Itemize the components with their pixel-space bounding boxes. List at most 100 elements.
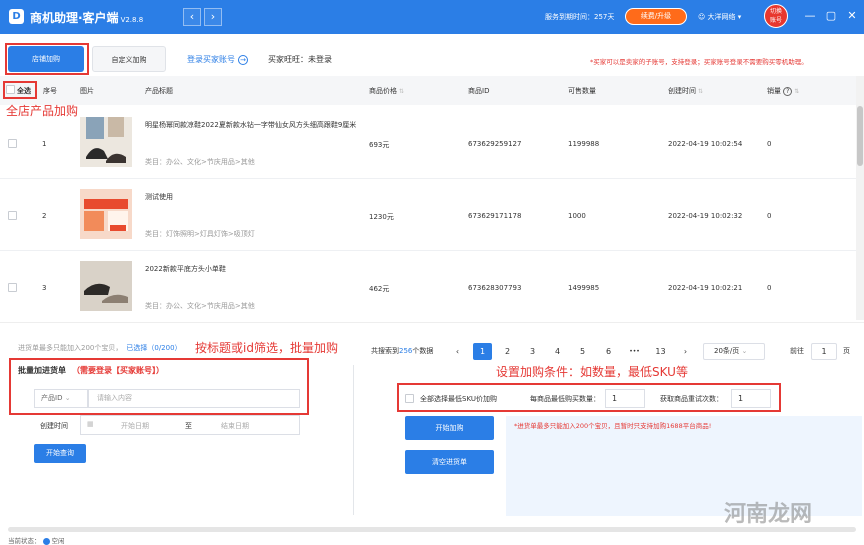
row-product-id: 673629171178 [468, 212, 522, 220]
row-product-id: 673628307793 [468, 284, 522, 292]
prev-page-button[interactable]: ‹ [448, 343, 467, 360]
minimize-icon[interactable]: — [803, 9, 817, 22]
app-logo-icon: D [9, 9, 24, 24]
start-date[interactable]: 开始日期 [121, 421, 149, 431]
product-image [80, 261, 132, 311]
annotation-conditions: 设置加购条件：如数量，最低SKU等 [496, 365, 688, 379]
row-product-id: 673629259127 [468, 140, 522, 148]
scrollbar-thumb[interactable] [857, 106, 863, 166]
page-5[interactable]: 5 [573, 343, 592, 360]
pager-total: 共搜索到256个数据 [371, 347, 434, 355]
table-row[interactable]: 1 明星杨幂同款凉鞋2022夏新款水钻一字带仙女风方头细高跟鞋9厘米 类目：办公… [0, 107, 856, 179]
date-separator: 至 [185, 422, 192, 430]
goto-label: 前往 [790, 347, 804, 355]
product-image [80, 189, 132, 239]
col-image: 图片 [80, 87, 94, 95]
row-stock: 1000 [568, 212, 586, 220]
page-2[interactable]: 2 [498, 343, 517, 360]
table-scrollbar[interactable] [856, 76, 864, 320]
row-sales: 0 [767, 212, 772, 220]
row-checkbox[interactable] [8, 139, 17, 148]
page-6[interactable]: 6 [599, 343, 618, 360]
page-3[interactable]: 3 [523, 343, 542, 360]
min-sku-checkbox[interactable] [405, 394, 414, 403]
product-category: 类目：灯饰照明>灯具灯饰>吸顶灯 [145, 230, 255, 238]
page-4[interactable]: 4 [548, 343, 567, 360]
col-price[interactable]: 商品价格 ⇅ [369, 86, 404, 96]
next-page-button[interactable]: › [676, 343, 695, 360]
buyer-wangwang: 买家旺旺：未登录 [268, 55, 332, 64]
forward-button[interactable]: › [204, 8, 222, 26]
cart-warning: *进货单最多只能加入200个宝贝，且暂时只支持加购1688平台商品! [514, 422, 712, 430]
chevron-down-icon: ⌄ [741, 347, 748, 355]
sort-icon: ⇅ [794, 88, 800, 95]
row-price: 1230元 [369, 213, 394, 221]
end-date[interactable]: 结束日期 [221, 421, 249, 431]
row-stock: 1499985 [568, 284, 600, 292]
service-expiry: 服务到期时间：257天 [545, 13, 615, 21]
page-13[interactable]: 13 [651, 343, 670, 360]
min-qty-input[interactable]: 1 [605, 389, 645, 408]
created-time-label: 创建时间 [40, 422, 68, 430]
col-id: 商品ID [468, 87, 490, 95]
table-header: 全选 序号 图片 产品标题 商品价格 ⇅ 商品ID 可售数量 创建时间 ⇅ 销量 ?… [0, 76, 856, 105]
row-checkbox[interactable] [8, 283, 17, 292]
back-button[interactable]: ‹ [183, 8, 201, 26]
row-index: 1 [42, 140, 47, 148]
col-index: 序号 [43, 87, 57, 95]
buyer-notice: *买家可以是卖家的子账号，支持登录；买家账号登录不需要购买零机助理。 [590, 58, 808, 66]
product-category: 类目：办公、文化>节庆用品>其他 [145, 302, 255, 310]
tab-custom-add[interactable]: 自定义加购 [92, 46, 166, 72]
title-bar: D 商机助理·客户端 V2.8.8 ‹ › 服务到期时间：257天 续费/升级 ☺… [0, 0, 864, 34]
row-checkbox[interactable] [8, 211, 17, 220]
app-version: V2.8.8 [120, 16, 144, 24]
table-row[interactable]: 2 测试使用 类目：灯饰照明>灯具灯饰>吸顶灯 1230元 6736291711… [0, 179, 856, 251]
min-qty-label: 每商品最低购买数量： [530, 395, 600, 403]
switch-account-button[interactable]: 切换 账号 [764, 4, 788, 28]
login-buyer-link[interactable]: 登录买家账号 → [187, 54, 248, 65]
maximize-icon[interactable]: ▢ [824, 9, 838, 22]
renew-button[interactable]: 续费/升级 [625, 8, 687, 25]
cart-hint: 进货单最多只能加入200个宝贝， 已选择（0/200） [18, 344, 182, 352]
start-add-button[interactable]: 开始加购 [405, 416, 494, 440]
close-icon[interactable]: ✕ [845, 9, 859, 22]
table-row[interactable]: 3 2022新款平底方头小单鞋 类目：办公、文化>节庆用品>其他 462元 67… [0, 251, 856, 323]
row-stock: 1199988 [568, 140, 600, 148]
retry-label: 获取商品重试次数： [660, 395, 723, 403]
row-created: 2022-04-19 10:02:32 [668, 212, 743, 220]
product-title: 明星杨幂同款凉鞋2022夏新款水钻一字带仙女风方头细高跟鞋9厘米 [145, 121, 357, 129]
row-sales: 0 [767, 284, 772, 292]
goto-page-input[interactable]: 1 [811, 343, 837, 360]
panel-divider [353, 365, 354, 515]
retry-input[interactable]: 1 [731, 389, 771, 408]
row-sales: 0 [767, 140, 772, 148]
chevron-down-icon: ⌄ [64, 394, 71, 402]
user-account[interactable]: ☺ 大洋网络 ▾ [698, 12, 741, 22]
row-price: 693元 [369, 141, 390, 149]
search-type-select[interactable]: 产品ID ⌄ [34, 389, 88, 408]
date-range-picker[interactable]: ▦ 开始日期 至 结束日期 [80, 415, 300, 435]
col-title: 产品标题 [145, 87, 173, 95]
product-image [80, 117, 132, 167]
calendar-icon: ▦ [87, 420, 94, 428]
row-created: 2022-04-19 10:02:21 [668, 284, 743, 292]
annotation-filter: 按标题或id筛选，批量加购 [195, 341, 338, 355]
page-1[interactable]: 1 [473, 343, 492, 360]
selected-count[interactable]: 已选择（0/200） [126, 344, 181, 352]
goto-suffix: 页 [843, 347, 850, 355]
clear-cart-button[interactable]: 清空进货单 [405, 450, 494, 474]
page-ellipsis[interactable]: ••• [625, 343, 644, 360]
arrow-right-icon: → [238, 55, 248, 65]
col-stock: 可售数量 [568, 87, 596, 95]
col-created[interactable]: 创建时间 ⇅ [668, 86, 703, 96]
start-query-button[interactable]: 开始查询 [34, 444, 86, 463]
product-category: 类目：办公、文化>节庆用品>其他 [145, 158, 255, 166]
col-sales[interactable]: 销量 ? ⇅ [767, 86, 799, 96]
row-index: 2 [42, 212, 47, 220]
page-size-select[interactable]: 20条/页 ⌄ [703, 343, 765, 360]
product-title: 2022新款平底方头小单鞋 [145, 265, 226, 273]
chevron-down-icon: ▾ [737, 13, 742, 21]
row-index: 3 [42, 284, 47, 292]
help-icon: ? [783, 87, 793, 96]
search-input[interactable]: 请输入内容 [88, 389, 300, 408]
